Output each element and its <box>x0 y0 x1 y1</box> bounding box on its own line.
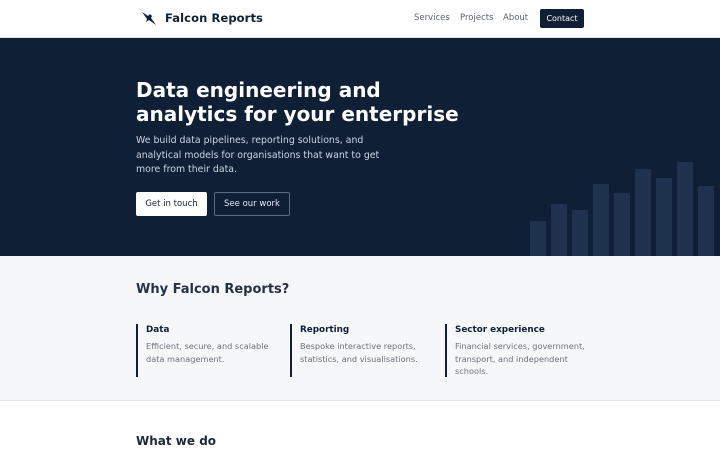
brand-name[interactable]: Falcon Reports <box>165 11 263 25</box>
hero-bar <box>593 184 609 256</box>
hero-bar <box>530 221 546 256</box>
feature-sector-experience: Sector experience Financial services, go… <box>445 324 585 377</box>
falcon-icon[interactable] <box>141 10 157 26</box>
feature-title: Sector experience <box>455 325 545 335</box>
feature-description: Bespoke interactive reports, statistics,… <box>300 341 418 364</box>
get-in-touch-button[interactable]: Get in touch <box>136 192 207 216</box>
hero-description: We build data pipelines, reporting solut… <box>136 135 380 175</box>
hero-bar <box>614 193 630 256</box>
hero-bar <box>572 210 588 256</box>
see-our-work-button[interactable]: See our work <box>214 192 290 216</box>
site-header: Falcon Reports Services Projects About C… <box>0 0 720 38</box>
hero-bar <box>635 169 651 256</box>
hero-bar <box>698 186 714 256</box>
why-section: Why Falcon Reports? Data Efficient, secu… <box>0 256 720 401</box>
hero-bar <box>677 162 693 256</box>
nav-about[interactable]: About <box>503 13 528 23</box>
hero-bar <box>656 178 672 256</box>
hero-title: Data engineering and analytics for your … <box>136 78 459 126</box>
contact-button[interactable]: Contact <box>540 9 584 28</box>
nav-services[interactable]: Services <box>414 13 450 23</box>
hero-section: Data engineering and analytics for your … <box>0 38 720 256</box>
hero-bar <box>551 204 567 256</box>
feature-data: Data Efficient, secure, and scalable dat… <box>136 324 276 377</box>
feature-title: Reporting <box>300 325 350 335</box>
feature-description: Financial services, government, transpor… <box>455 341 585 376</box>
feature-description: Efficient, secure, and scalable data man… <box>146 341 269 364</box>
what-we-do-title: What we do <box>136 434 217 448</box>
feature-reporting: Reporting Bespoke interactive reports, s… <box>290 324 430 377</box>
why-title: Why Falcon Reports? <box>136 282 290 297</box>
feature-title: Data <box>146 325 170 335</box>
nav-projects[interactable]: Projects <box>460 13 494 23</box>
